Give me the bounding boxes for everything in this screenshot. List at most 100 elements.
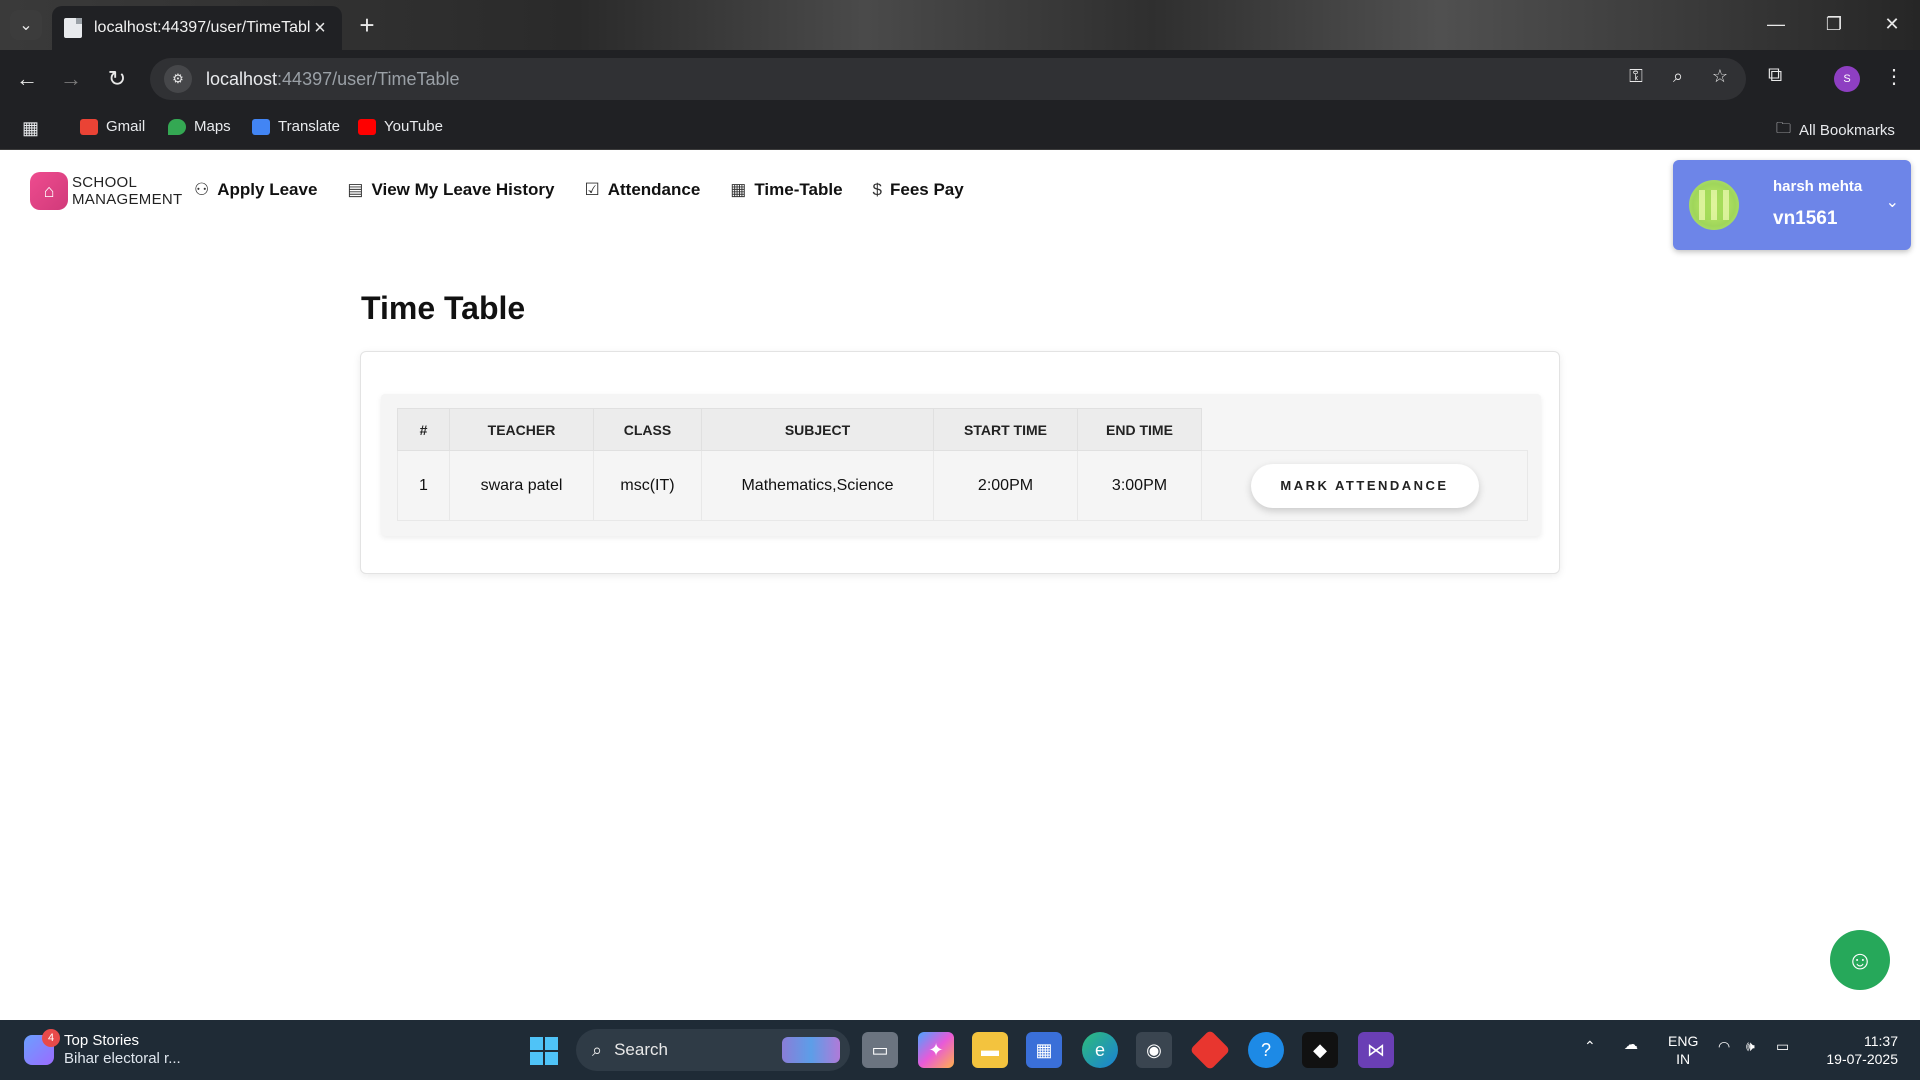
- new-tab-button[interactable]: +: [352, 10, 382, 40]
- url-text[interactable]: localhost:44397/user/TimeTable: [206, 69, 459, 90]
- table-row: 1 swara patel msc(IT) Mathematics,Scienc…: [397, 450, 1528, 521]
- chrome-browser-icon[interactable]: ◉: [1136, 1032, 1172, 1068]
- school-logo-icon: ⌂: [30, 172, 68, 210]
- onedrive-icon[interactable]: ☁: [1624, 1036, 1638, 1053]
- chevron-down-icon: ⌄: [19, 17, 33, 34]
- forward-button[interactable]: →: [56, 64, 86, 94]
- avatar: [1689, 180, 1739, 230]
- cell-number: 1: [397, 450, 450, 521]
- site-info-icon[interactable]: ⚙: [164, 65, 192, 93]
- page-title: Time Table: [361, 290, 526, 326]
- app-red-diamond-icon[interactable]: [1189, 1029, 1231, 1071]
- news-subtitle: Bihar electoral r...: [64, 1050, 181, 1067]
- page-content: ⌂ SCHOOL MANAGEMENT ⚇ Apply Leave ▤ View…: [0, 150, 1920, 1020]
- file-explorer-icon[interactable]: ▬: [972, 1032, 1008, 1068]
- taskbar-search[interactable]: ⌕ Search: [576, 1029, 850, 1071]
- cell-start-time: 2:00PM: [933, 450, 1078, 521]
- tab-search-dropdown[interactable]: ⌄: [10, 10, 42, 40]
- col-class: CLASS: [593, 408, 702, 451]
- wifi-icon[interactable]: ◠: [1718, 1038, 1730, 1055]
- translate-icon: [252, 118, 270, 135]
- cell-class: msc(IT): [593, 450, 702, 521]
- search-icon: ⌕: [592, 1039, 603, 1060]
- minimize-button[interactable]: —: [1756, 8, 1796, 40]
- bookmarks-bar: ▦ Gmail Maps Translate YouTube 🗀 All Boo…: [0, 108, 1920, 150]
- windows-start-icon[interactable]: [530, 1037, 558, 1065]
- visual-studio-icon[interactable]: ⋈: [1358, 1032, 1394, 1068]
- user-name: harsh mehta: [1773, 178, 1863, 195]
- extensions-icon[interactable]: ⧉: [1768, 64, 1782, 87]
- user-id: vn1561: [1773, 208, 1838, 229]
- zoom-icon[interactable]: ⌕: [1666, 66, 1690, 87]
- brand-line2: MANAGEMENT: [72, 191, 183, 208]
- password-key-icon[interactable]: ⚿: [1624, 66, 1648, 87]
- tab-title: localhost:44397/user/TimeTable: [94, 19, 310, 36]
- help-icon[interactable]: ?: [1248, 1032, 1284, 1068]
- brand-line1: SCHOOL: [72, 174, 138, 191]
- col-number: #: [397, 408, 450, 451]
- news-badge: 4: [42, 1029, 60, 1047]
- nav-time-table[interactable]: ▦ Time-Table: [730, 180, 842, 200]
- col-subject: SUBJECT: [701, 408, 934, 451]
- apps-grid-icon[interactable]: ▦: [22, 118, 39, 139]
- profile-avatar[interactable]: S: [1834, 66, 1860, 92]
- nav-fees-pay[interactable]: $ Fees Pay: [873, 180, 964, 200]
- microsoft-store-icon[interactable]: ▦: [1026, 1032, 1062, 1068]
- battery-icon[interactable]: ▭: [1776, 1038, 1789, 1055]
- os-taskbar: 4 Top Stories Bihar electoral r... ⌕ Sea…: [0, 1020, 1920, 1080]
- col-teacher: TEACHER: [449, 408, 594, 451]
- cell-end-time: 3:00PM: [1077, 450, 1202, 521]
- bookmark-star-icon[interactable]: ☆: [1708, 66, 1732, 87]
- active-tab[interactable]: localhost:44397/user/TimeTable ×: [52, 6, 342, 50]
- menu-kebab-icon[interactable]: ⋮: [1884, 64, 1904, 89]
- copilot-icon[interactable]: ✦: [918, 1032, 954, 1068]
- dollar-icon: $: [872, 180, 882, 199]
- browser-tab-bar: ⌄ localhost:44397/user/TimeTable × + — ❐…: [0, 0, 1920, 50]
- table-container: # TEACHER CLASS SUBJECT START TIME END T…: [381, 394, 1541, 536]
- close-tab-icon[interactable]: ×: [310, 17, 330, 40]
- checkbox-icon: ☑: [584, 180, 600, 199]
- nav-apply-leave[interactable]: ⚇ Apply Leave: [194, 180, 317, 200]
- robot-icon: ☺: [1846, 944, 1874, 975]
- maps-pin-icon: [168, 118, 186, 135]
- reload-button[interactable]: ↻: [102, 64, 132, 94]
- timetable-table: # TEACHER CLASS SUBJECT START TIME END T…: [397, 408, 1528, 521]
- chatbot-button[interactable]: ☺: [1830, 930, 1890, 990]
- restore-button[interactable]: ❐: [1814, 8, 1854, 40]
- table-header-row: # TEACHER CLASS SUBJECT START TIME END T…: [397, 408, 1528, 451]
- brand-logo-link[interactable]: ⌂ SCHOOL MANAGEMENT: [30, 172, 183, 210]
- bookmark-maps[interactable]: Maps: [168, 118, 231, 135]
- task-view-icon[interactable]: ▭: [862, 1032, 898, 1068]
- nav-attendance[interactable]: ☑ Attendance: [584, 180, 700, 200]
- back-button[interactable]: ←: [12, 64, 42, 94]
- bookmark-translate[interactable]: Translate: [252, 118, 340, 135]
- col-end-time: END TIME: [1077, 408, 1202, 451]
- system-clock[interactable]: 11:37 19-07-2025: [1814, 1032, 1898, 1068]
- cell-action: MARK ATTENDANCE: [1201, 450, 1528, 521]
- mark-attendance-button[interactable]: MARK ATTENDANCE: [1250, 463, 1479, 508]
- timetable-card: # TEACHER CLASS SUBJECT START TIME END T…: [360, 351, 1560, 574]
- language-indicator[interactable]: ENG IN: [1668, 1032, 1698, 1068]
- show-hidden-icons-chevron-icon[interactable]: ⌃: [1584, 1038, 1596, 1055]
- folder-icon: 🗀: [1776, 120, 1792, 137]
- close-window-button[interactable]: ✕: [1872, 8, 1912, 40]
- news-widget[interactable]: 4 Top Stories Bihar electoral r...: [24, 1029, 181, 1068]
- col-start-time: START TIME: [933, 408, 1078, 451]
- page-favicon-icon: [64, 18, 82, 38]
- youtube-icon: [358, 118, 376, 135]
- nav-leave-history[interactable]: ▤ View My Leave History: [347, 180, 554, 200]
- volume-icon[interactable]: 🕪: [1746, 1038, 1755, 1055]
- bookmark-youtube[interactable]: YouTube: [358, 118, 443, 135]
- address-bar[interactable]: ⚙ localhost:44397/user/TimeTable ⚿ ⌕ ☆: [150, 58, 1746, 100]
- all-bookmarks-button[interactable]: 🗀 All Bookmarks: [1776, 118, 1895, 143]
- bookmark-gmail[interactable]: Gmail: [80, 118, 145, 135]
- news-title: Top Stories: [64, 1032, 140, 1049]
- top-navbar: ⌂ SCHOOL MANAGEMENT ⚇ Apply Leave ▤ View…: [0, 150, 1920, 250]
- cell-subject: Mathematics,Science: [701, 450, 934, 521]
- edge-browser-icon[interactable]: e: [1082, 1032, 1118, 1068]
- user-profile-dropdown[interactable]: harsh mehta vn1561 ⌄: [1673, 160, 1911, 250]
- terminal-app-icon[interactable]: ◆: [1302, 1032, 1338, 1068]
- document-icon: ▤: [347, 180, 364, 199]
- browser-toolbar: ← → ↻ ⚙ localhost:44397/user/TimeTable ⚿…: [0, 50, 1920, 108]
- chevron-down-icon[interactable]: ⌄: [1886, 192, 1899, 212]
